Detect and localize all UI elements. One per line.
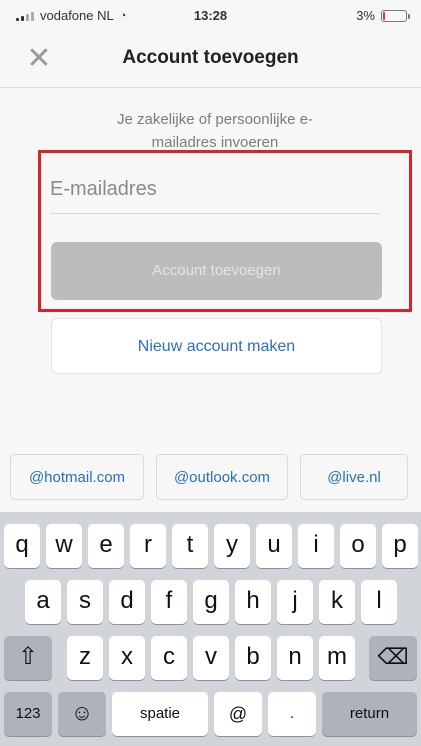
return-key[interactable]: return — [322, 692, 417, 736]
space-key[interactable]: spatie — [112, 692, 208, 736]
key-s[interactable]: s — [67, 580, 103, 624]
emoji-icon[interactable]: ☺ — [58, 692, 106, 736]
key-f[interactable]: f — [151, 580, 187, 624]
navigation-bar: ✕ Account toevoegen — [0, 30, 421, 88]
key-c[interactable]: c — [151, 636, 187, 680]
key-x[interactable]: x — [109, 636, 145, 680]
key-d[interactable]: d — [109, 580, 145, 624]
key-r[interactable]: r — [130, 524, 166, 568]
key-h[interactable]: h — [235, 580, 271, 624]
key-n[interactable]: n — [277, 636, 313, 680]
dot-key[interactable]: . — [268, 692, 316, 736]
status-right: 3% — [356, 8, 410, 23]
backspace-icon[interactable]: ⌫ — [369, 636, 417, 680]
key-k[interactable]: k — [319, 580, 355, 624]
key-j[interactable]: j — [277, 580, 313, 624]
key-g[interactable]: g — [193, 580, 229, 624]
key-p[interactable]: p — [382, 524, 418, 568]
key-z[interactable]: z — [67, 636, 103, 680]
suggestion-hotmail[interactable]: @hotmail.com — [10, 454, 144, 500]
suggestion-outlook[interactable]: @outlook.com — [156, 454, 288, 500]
battery-icon — [381, 9, 410, 22]
screen: vodafone NL ◔ 13:28 3% ✕ Account toevoeg… — [0, 0, 421, 746]
keyboard-row-1: q w e r t y u i o p — [0, 524, 421, 568]
instruction-text: Je zakelijke of persoonlijke e-mailadres… — [117, 111, 313, 151]
key-t[interactable]: t — [172, 524, 208, 568]
key-w[interactable]: w — [46, 524, 82, 568]
status-bar: vodafone NL ◔ 13:28 3% — [0, 0, 421, 30]
key-y[interactable]: y — [214, 524, 250, 568]
domain-suggestions: @hotmail.com @outlook.com @live.nl — [0, 454, 421, 504]
keyboard: q w e r t y u i o p a s d f g h j k l ⇧ … — [0, 512, 421, 746]
key-i[interactable]: i — [298, 524, 334, 568]
suggestion-live[interactable]: @live.nl — [300, 454, 408, 500]
key-m[interactable]: m — [319, 636, 355, 680]
key-l[interactable]: l — [361, 580, 397, 624]
battery-percent: 3% — [356, 8, 375, 23]
key-v[interactable]: v — [193, 636, 229, 680]
keyboard-row-2: a s d f g h j k l — [0, 580, 421, 624]
keyboard-row-4: 123 ☺ spatie @ . return — [0, 692, 421, 736]
key-e[interactable]: e — [88, 524, 124, 568]
shift-icon[interactable]: ⇧ — [4, 636, 52, 680]
email-field[interactable] — [50, 166, 380, 214]
add-account-button[interactable]: Account toevoegen — [51, 242, 382, 300]
keyboard-row-3: ⇧ z x c v b n m ⌫ — [0, 636, 421, 680]
key-a[interactable]: a — [25, 580, 61, 624]
numbers-key[interactable]: 123 — [4, 692, 52, 736]
key-q[interactable]: q — [4, 524, 40, 568]
new-account-button[interactable]: Nieuw account maken — [51, 318, 382, 374]
page-title: Account toevoegen — [122, 47, 299, 68]
key-o[interactable]: o — [340, 524, 376, 568]
at-key[interactable]: @ — [214, 692, 262, 736]
key-u[interactable]: u — [256, 524, 292, 568]
key-b[interactable]: b — [235, 636, 271, 680]
